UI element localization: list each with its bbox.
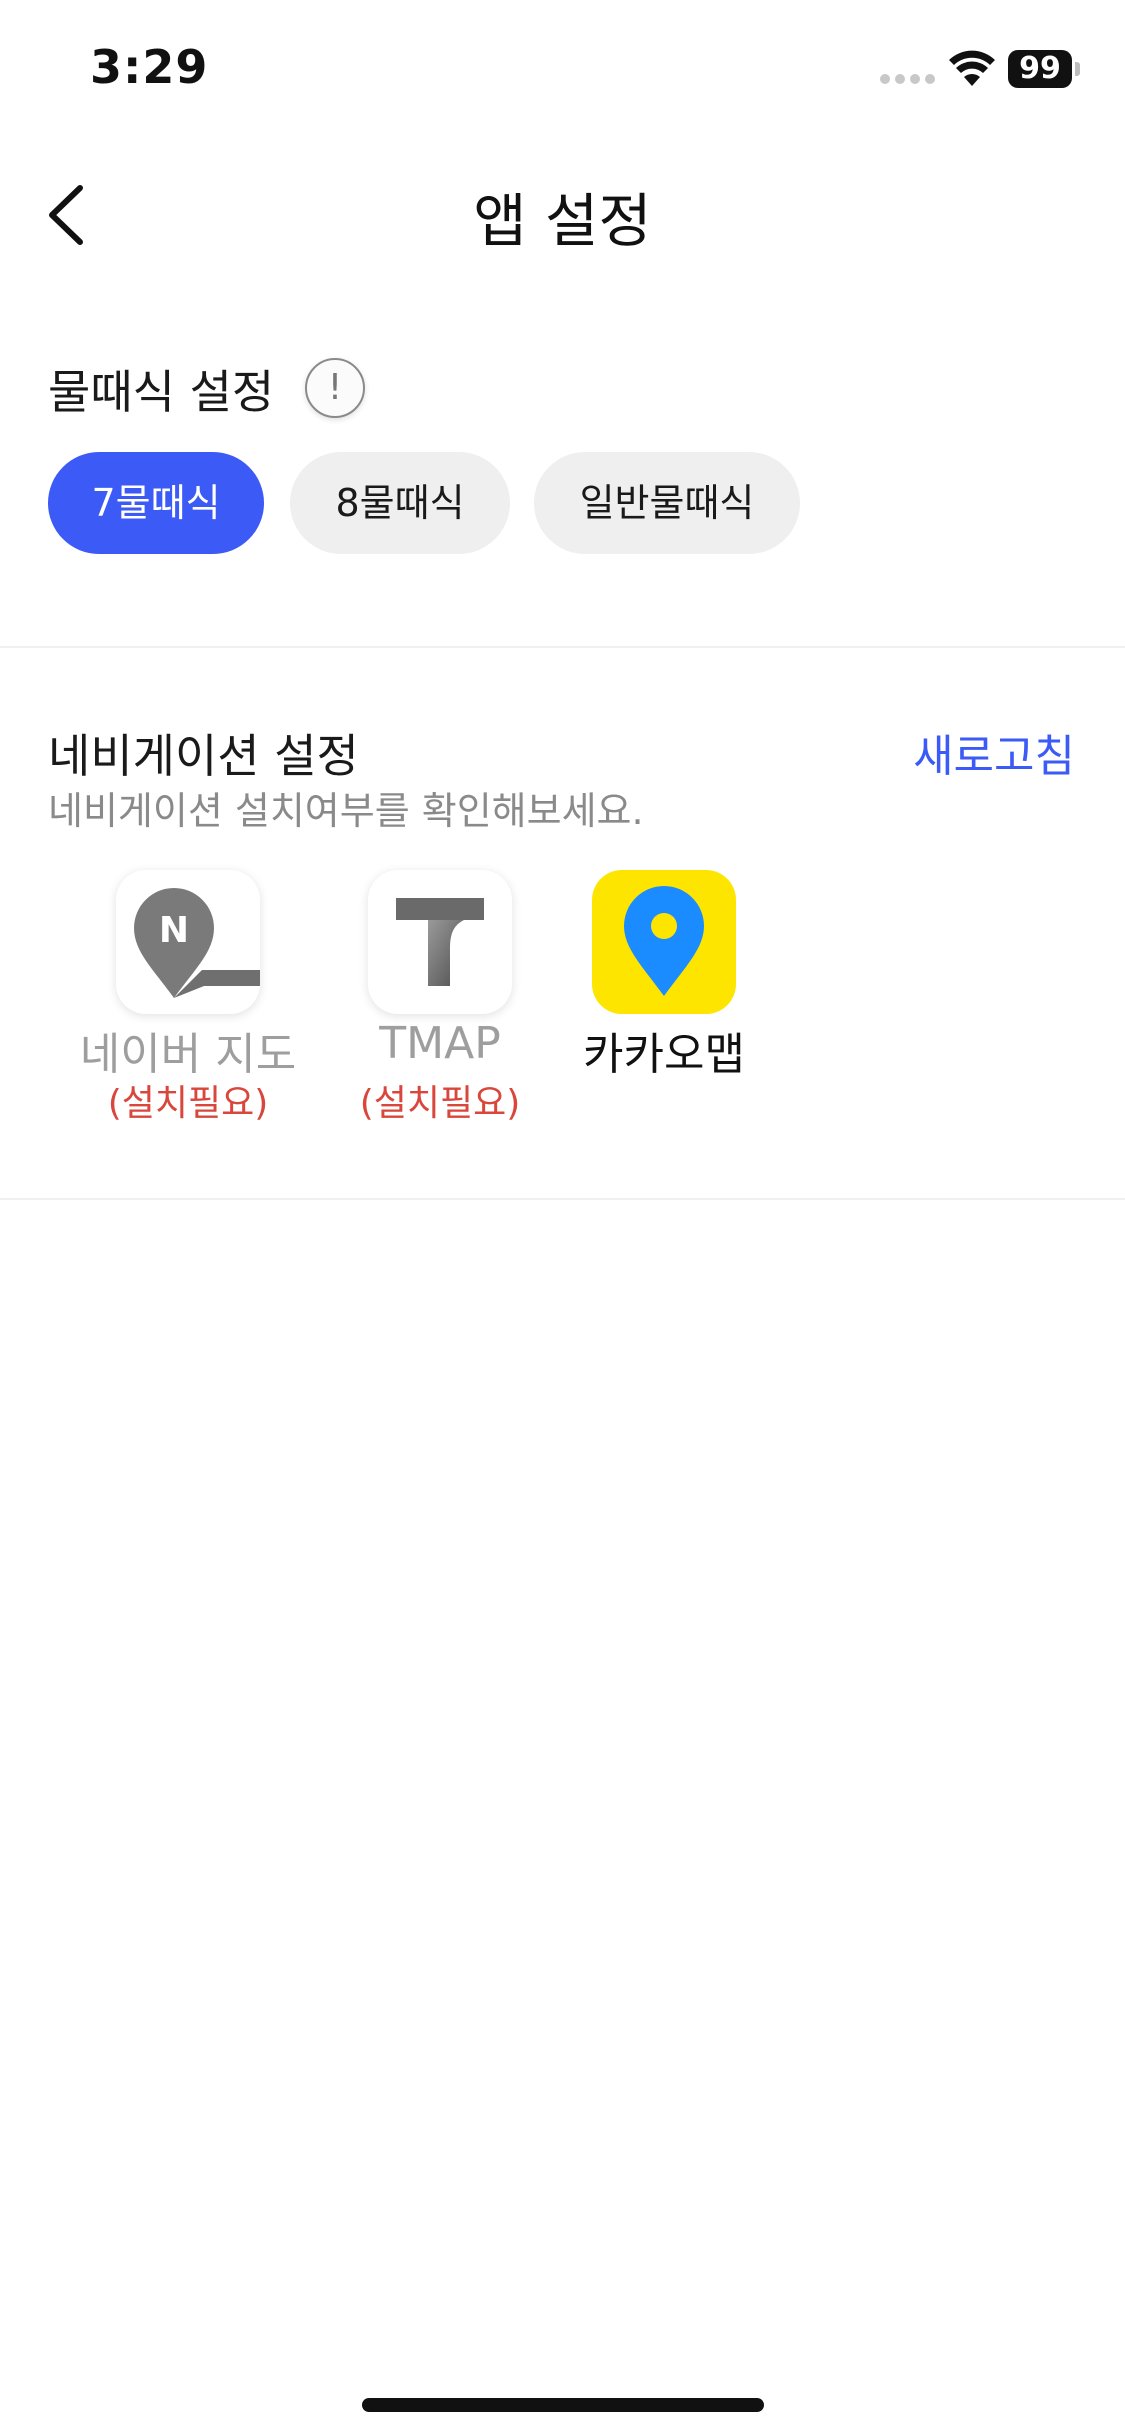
battery-level: 99 — [1008, 50, 1072, 88]
wifi-icon — [949, 50, 995, 86]
status-time: 3:29 — [90, 40, 209, 94]
navigation-section-title: 네비게이션 설정 — [48, 729, 359, 783]
battery-tip — [1075, 62, 1080, 76]
info-button[interactable]: ! — [305, 358, 365, 418]
tide-option-general[interactable]: 일반물때식 — [534, 452, 800, 554]
svg-text:N: N — [159, 910, 189, 951]
section-divider — [0, 646, 1125, 648]
tide-setting-section: 물때식 설정 ! 7물때식 8물때식 일반물때식 — [0, 340, 1125, 646]
section-divider — [0, 1198, 1125, 1200]
install-required-label: (설치필요) — [107, 1083, 269, 1124]
home-indicator — [362, 2398, 764, 2412]
tide-option-7[interactable]: 7물때식 — [48, 452, 264, 554]
tide-section-title: 물때식 설정 — [48, 365, 275, 419]
status-bar: 3:29 99 — [0, 0, 1125, 140]
tmap-app[interactable]: TMAP (설치필요) — [310, 870, 570, 1130]
battery-icon: 99 — [1008, 50, 1082, 88]
app-name: 네이버 지도 — [79, 1029, 297, 1080]
refresh-button[interactable]: 새로고침 — [913, 720, 1075, 784]
header: 앱 설정 — [0, 150, 1125, 280]
kakao-map-app[interactable]: 카카오맵 — [534, 870, 794, 1130]
naver-map-icon: N — [116, 870, 260, 1014]
exclamation-icon: ! — [327, 367, 343, 408]
app-name: TMAP — [379, 1018, 501, 1069]
navigation-section-subtitle: 네비게이션 설치여부를 확인해보세요. — [48, 789, 644, 833]
tmap-icon — [368, 870, 512, 1014]
navigation-setting-section: 네비게이션 설정 새로고침 네비게이션 설치여부를 확인해보세요. N 네이버 … — [0, 700, 1125, 1200]
page-title: 앱 설정 — [473, 187, 652, 255]
install-required-label: (설치필요) — [359, 1083, 521, 1124]
tide-option-8[interactable]: 8물때식 — [290, 452, 510, 554]
cellular-signal-icon — [880, 74, 936, 84]
app-name: 카카오맵 — [583, 1029, 745, 1080]
naver-map-app[interactable]: N 네이버 지도 (설치필요) — [58, 870, 318, 1130]
kakao-map-icon — [592, 870, 736, 1014]
